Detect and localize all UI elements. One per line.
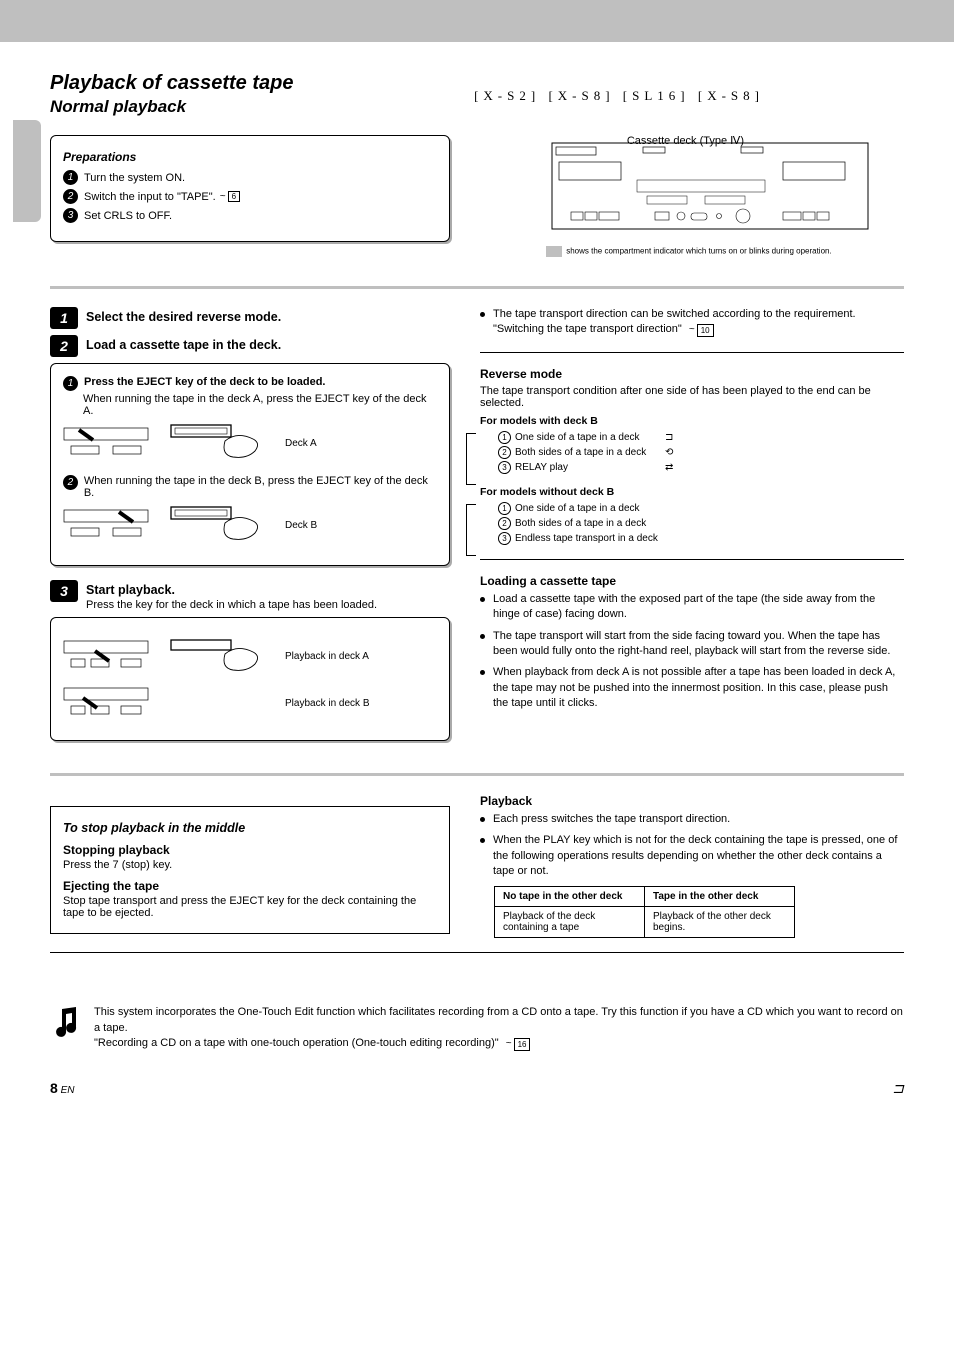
prep-heading: Preparations	[63, 150, 437, 164]
note-row: This system incorporates the One-Touch E…	[50, 1005, 904, 1053]
rev-modes-with-b: 1One side of a tape in a deck⊐ 2Both sid…	[480, 431, 904, 474]
play-a-caption: Playback in deck A	[285, 651, 369, 662]
playback-table: No tape in the other deck Tape in the ot…	[494, 886, 795, 938]
prep-bullet-2: 2	[63, 189, 78, 204]
loading-b3: When playback from deck A is not possibl…	[493, 665, 904, 711]
preparation-box: Preparations 1Turn the system ON. 2Switc…	[50, 135, 450, 242]
page-ref-6: ~6	[220, 191, 240, 202]
pause-h1: Stopping playback	[63, 843, 437, 857]
play-b-caption: Playback in deck B	[285, 698, 370, 709]
deck-b-panel-icon	[63, 506, 149, 544]
deck-b-caption: Deck B	[285, 520, 317, 531]
reverse-heading: Reverse mode	[480, 367, 904, 381]
step-3-badge: 3	[50, 580, 78, 602]
model-badges: [X-S2] [X-S8] [SL16] [X-S8]	[474, 88, 764, 104]
divider-thin-2	[480, 559, 904, 560]
loading-b1: Load a cassette tape with the exposed pa…	[493, 592, 904, 623]
deck-diagram	[551, 142, 869, 242]
gray-chip-icon	[546, 246, 562, 257]
bullet-icon	[480, 312, 485, 317]
play-b-panel-icon	[63, 684, 149, 722]
divider	[50, 286, 904, 289]
step-2-badge: 2	[50, 335, 78, 357]
loading-heading: Loading a cassette tape	[480, 574, 904, 588]
page-ref-16: ~16	[506, 1037, 531, 1052]
inset-line-1: When running the tape in the deck A, pre…	[83, 393, 437, 417]
rev-modes-without-b: 1One side of a tape in a deck 2Both side…	[480, 502, 904, 545]
footer-icon: ⊐	[892, 1080, 904, 1097]
reverse-p1: The tape transport condition after one s…	[480, 385, 904, 409]
pause-t2: Stop tape transport and press the EJECT …	[63, 895, 437, 919]
playback-heading: Playback	[480, 794, 904, 808]
inset-line-2: When running the tape in the deck B, pre…	[84, 475, 437, 499]
hand-insert-b-icon	[167, 503, 267, 547]
divider-2	[50, 773, 904, 776]
stop-box: To stop playback in the middle Stopping …	[50, 806, 450, 934]
hand-insert-a-icon	[167, 421, 267, 465]
prep-bullet-1: 1	[63, 170, 78, 185]
hand-play-icon	[167, 634, 267, 678]
step-2-inset: 1Press the EJECT key of the deck to be l…	[50, 363, 450, 566]
right-bullet-1: The tape transport direction can be swit…	[493, 307, 856, 338]
top-gray-bar	[0, 0, 954, 42]
pause-t1: Press the 7 (stop) key.	[63, 859, 437, 871]
pause-title: To stop playback in the middle	[63, 821, 437, 835]
page-number: 8	[50, 1080, 58, 1096]
pause-h2: Ejecting the tape	[63, 879, 437, 893]
page-ref-10: ~10	[689, 323, 714, 337]
rev-with-b-label: For models with deck B	[480, 415, 904, 427]
footer-lang: EN	[61, 1085, 75, 1096]
inset-heading: Press the EJECT key of the deck to be lo…	[84, 376, 325, 391]
play-a-panel-icon	[63, 637, 149, 675]
indicator-hint: shows the compartment indicator which tu…	[546, 246, 886, 257]
step-1-badge: 1	[50, 307, 78, 329]
prep-bullet-3: 3	[63, 208, 78, 223]
step-3-label: Start playback. Press the key for the de…	[86, 580, 450, 611]
deck-a-caption: Deck A	[285, 438, 317, 449]
loading-b2: The tape transport will start from the s…	[493, 629, 904, 660]
music-note-icon	[50, 1005, 84, 1039]
step-1-label: Select the desired reverse mode.	[86, 307, 450, 324]
playback-b2: When the PLAY key which is not for the d…	[493, 833, 904, 879]
divider-thin-3	[50, 952, 904, 953]
step-3-inset: Playback in deck A Playback in deck B	[50, 617, 450, 741]
deck-a-panel-icon	[63, 424, 149, 462]
playback-b1: Each press switches the tape transport d…	[493, 812, 730, 827]
page-footer: 8 EN ⊐	[50, 1080, 904, 1097]
divider-thin	[480, 352, 904, 353]
step-2-label: Load a cassette tape in the deck.	[86, 335, 450, 352]
rev-without-b-label: For models without deck B	[480, 486, 904, 498]
